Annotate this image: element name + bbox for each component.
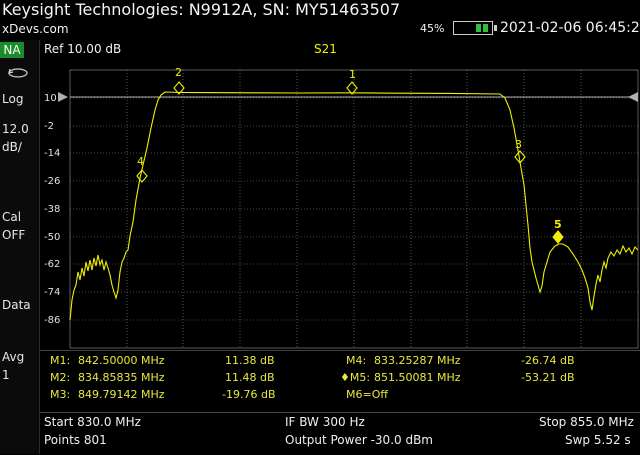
start-frequency[interactable]: Start 830.0 MHz	[44, 415, 141, 429]
if-bandwidth[interactable]: IF BW 300 Hz	[285, 415, 365, 429]
points[interactable]: Points 801	[44, 433, 107, 447]
marker-2-name[interactable]: M2:	[50, 371, 70, 384]
marker-6-name[interactable]: M6=Off	[346, 388, 388, 401]
marker-glyphs	[136, 81, 564, 244]
sweep-time[interactable]: Swp 5.52 s	[565, 433, 631, 447]
marker-4-name[interactable]: M4:	[346, 354, 366, 367]
marker-1-value: 11.38 dB	[225, 354, 275, 367]
marker-4-value: -26.74 dB	[521, 354, 575, 367]
marker-2-freq: 834.85835 MHz	[78, 371, 165, 384]
marker-5-label: 5	[554, 218, 562, 231]
marker-3-freq: 849.79142 MHz	[78, 388, 165, 401]
stop-frequency[interactable]: Stop 855.0 MHz	[539, 415, 634, 429]
marker-1-glyph	[346, 81, 358, 95]
marker-4-label: 4	[137, 155, 144, 168]
marker-1-name[interactable]: M1:	[50, 354, 70, 367]
ref-arrow-left	[58, 92, 68, 102]
marker-1-freq: 842.50000 MHz	[78, 354, 165, 367]
marker-3-label: 3	[515, 138, 522, 151]
marker-1-label: 1	[349, 68, 356, 81]
marker-3-value: -19.76 dB	[222, 388, 276, 401]
ref-arrow-right	[628, 92, 638, 102]
marker-5-glyph	[552, 230, 564, 244]
marker-3-name[interactable]: M3:	[50, 388, 70, 401]
plot-grid	[69, 69, 639, 349]
marker-5-name[interactable]: ♦M5:	[340, 371, 370, 384]
marker-2-label: 2	[175, 66, 182, 79]
marker-5-value: -53.21 dB	[521, 371, 575, 384]
marker-2-value: 11.48 dB	[225, 371, 275, 384]
marker-5-freq: 851.50081 MHz	[374, 371, 461, 384]
output-power[interactable]: Output Power -30.0 dBm	[285, 433, 433, 447]
marker-4-glyph	[136, 169, 148, 183]
marker-4-freq: 833.25287 MHz	[374, 354, 461, 367]
